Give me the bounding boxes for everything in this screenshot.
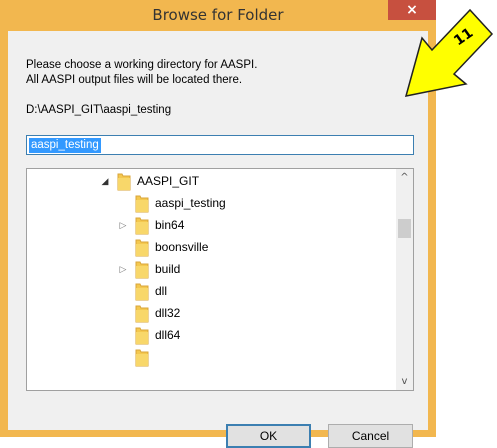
folder-icon	[135, 348, 149, 367]
tree-item-label: build	[155, 262, 181, 276]
folder-name-selected-text: aaspi_testing	[29, 138, 101, 153]
tree-item-boonsville[interactable]: boonsville	[117, 236, 208, 258]
tree-item-bin64[interactable]: ▷ bin64	[117, 214, 184, 236]
annotation-arrow-icon: 11	[404, 8, 494, 97]
folder-icon	[117, 172, 131, 191]
folder-icon	[135, 260, 149, 279]
folder-icon	[135, 326, 149, 345]
scroll-down-icon[interactable]: v	[396, 373, 413, 390]
ok-button[interactable]: OK	[226, 424, 311, 448]
tree-item-dll32[interactable]: dll32	[117, 302, 180, 324]
instruction-text: Please choose a working directory for AA…	[26, 58, 257, 88]
collapsed-arrow-icon[interactable]: ▷	[117, 263, 129, 275]
tree-item-label: aaspi_testing	[155, 196, 226, 210]
folder-icon	[135, 304, 149, 323]
tree-item-label: dll32	[155, 306, 181, 320]
expanded-arrow-icon[interactable]: ◢	[99, 175, 111, 187]
title-bar[interactable]: Browse for Folder ×	[0, 0, 436, 31]
dialog-body: Please choose a working directory for AA…	[8, 31, 428, 448]
tree-item-dll[interactable]: dll	[117, 280, 167, 302]
tree-item-dll64[interactable]: dll64	[117, 324, 180, 346]
tree-item-label: boonsville	[155, 240, 209, 254]
tree-item-aaspi-testing[interactable]: aaspi_testing	[117, 192, 226, 214]
tree-item-label: bin64	[155, 218, 185, 232]
tree-item-label: dll64	[155, 328, 181, 342]
current-path-label: D:\AASPI_GIT\aaspi_testing	[26, 104, 172, 116]
tree-scrollbar[interactable]: ^ v	[396, 169, 413, 390]
scroll-up-icon[interactable]: ^	[396, 169, 413, 186]
folder-name-input[interactable]: aaspi_testing	[26, 135, 414, 155]
folder-icon	[135, 194, 149, 213]
folder-icon	[135, 216, 149, 235]
tree-item-label: dll	[155, 284, 168, 298]
instruction-line-2: All AASPI output files will be located t…	[26, 74, 243, 86]
folder-tree[interactable]: ◢ AASPI_GIT aaspi_testing ▷ bin64 boonsv…	[26, 168, 414, 391]
tree-item-build[interactable]: ▷ build	[117, 258, 180, 280]
scroll-thumb[interactable]	[398, 219, 411, 238]
folder-icon	[135, 238, 149, 257]
tree-item-partial[interactable]	[135, 346, 155, 368]
browse-for-folder-dialog: Browse for Folder × Please choose a work…	[0, 0, 436, 448]
tree-item-aaspi-git[interactable]: ◢ AASPI_GIT	[99, 170, 199, 192]
window-title: Browse for Folder	[152, 6, 284, 24]
cancel-button[interactable]: Cancel	[328, 424, 413, 448]
collapsed-arrow-icon[interactable]: ▷	[117, 219, 129, 231]
tree-item-label: AASPI_GIT	[137, 174, 200, 188]
folder-icon	[135, 282, 149, 301]
instruction-line-1: Please choose a working directory for AA…	[26, 59, 258, 71]
